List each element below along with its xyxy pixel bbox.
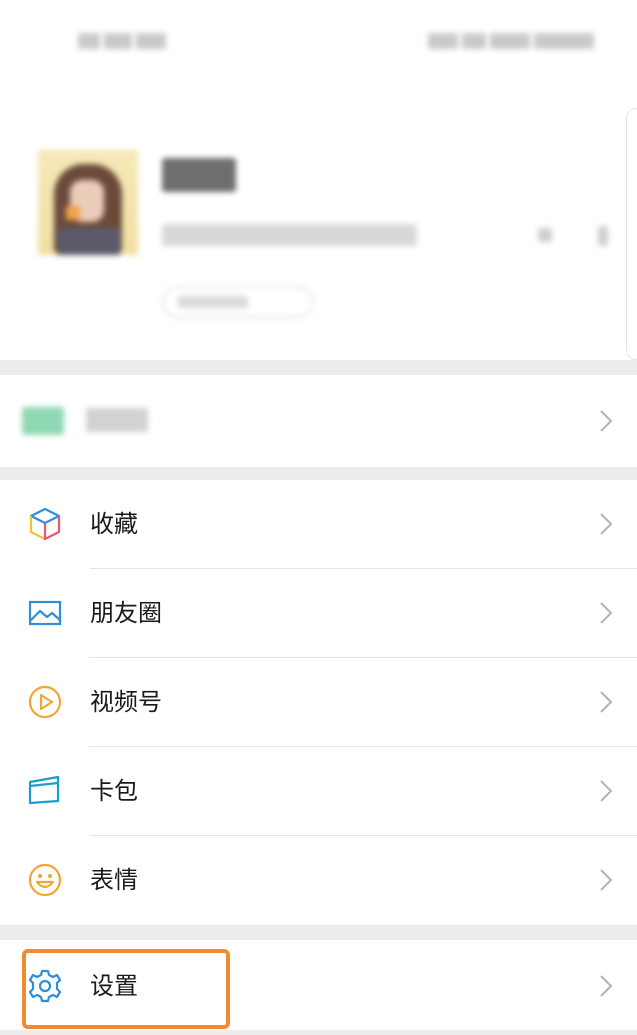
menu-item-favorites[interactable]: 收藏 bbox=[0, 480, 637, 569]
wechat-id bbox=[162, 224, 417, 246]
menu-item-label: 表情 bbox=[90, 866, 138, 894]
cards-wallet-icon bbox=[28, 775, 60, 805]
status-bar bbox=[0, 0, 637, 70]
stickers-smiley-icon bbox=[28, 863, 62, 897]
status-indicators bbox=[428, 30, 608, 50]
chevron-right-icon bbox=[600, 513, 613, 535]
menu-item-label: 卡包 bbox=[90, 777, 138, 805]
chevron-right-icon bbox=[600, 691, 613, 713]
settings-highlight bbox=[22, 949, 230, 1029]
menu-item-channels[interactable]: 视频号 bbox=[0, 658, 637, 747]
section-gap bbox=[0, 467, 637, 480]
moments-photo-icon bbox=[28, 600, 62, 626]
section-gap bbox=[0, 925, 637, 940]
menu-list: 收藏 朋友圈 视频号 卡包 表情 bbox=[0, 480, 637, 925]
status-time bbox=[78, 30, 170, 50]
status-button[interactable] bbox=[162, 286, 314, 318]
menu-item-moments[interactable]: 朋友圈 bbox=[0, 569, 637, 658]
qr-code-icon[interactable] bbox=[534, 224, 634, 246]
menu-item-label: 视频号 bbox=[90, 688, 162, 716]
avatar[interactable] bbox=[38, 150, 138, 255]
menu-item-stickers[interactable]: 表情 bbox=[0, 836, 637, 925]
chevron-right-icon bbox=[600, 975, 613, 997]
bottom-strip bbox=[0, 1030, 637, 1035]
nickname bbox=[162, 158, 236, 192]
profile-header[interactable] bbox=[0, 70, 637, 360]
chevron-right-icon bbox=[600, 869, 613, 891]
settings-row[interactable]: 设置 bbox=[0, 940, 637, 1030]
chevron-right-icon bbox=[600, 780, 613, 802]
menu-item-label: 朋友圈 bbox=[90, 599, 162, 627]
favorites-cube-icon bbox=[29, 507, 61, 541]
section-gap bbox=[0, 360, 637, 375]
menu-item-cards[interactable]: 卡包 bbox=[0, 747, 637, 836]
channels-play-icon bbox=[28, 685, 62, 719]
chevron-right-icon bbox=[600, 410, 613, 432]
profile-edge bbox=[626, 108, 637, 360]
service-icon bbox=[22, 407, 64, 435]
service-row[interactable] bbox=[0, 375, 637, 467]
menu-item-label: 收藏 bbox=[90, 510, 138, 538]
service-label bbox=[86, 408, 148, 432]
chevron-right-icon bbox=[600, 602, 613, 624]
